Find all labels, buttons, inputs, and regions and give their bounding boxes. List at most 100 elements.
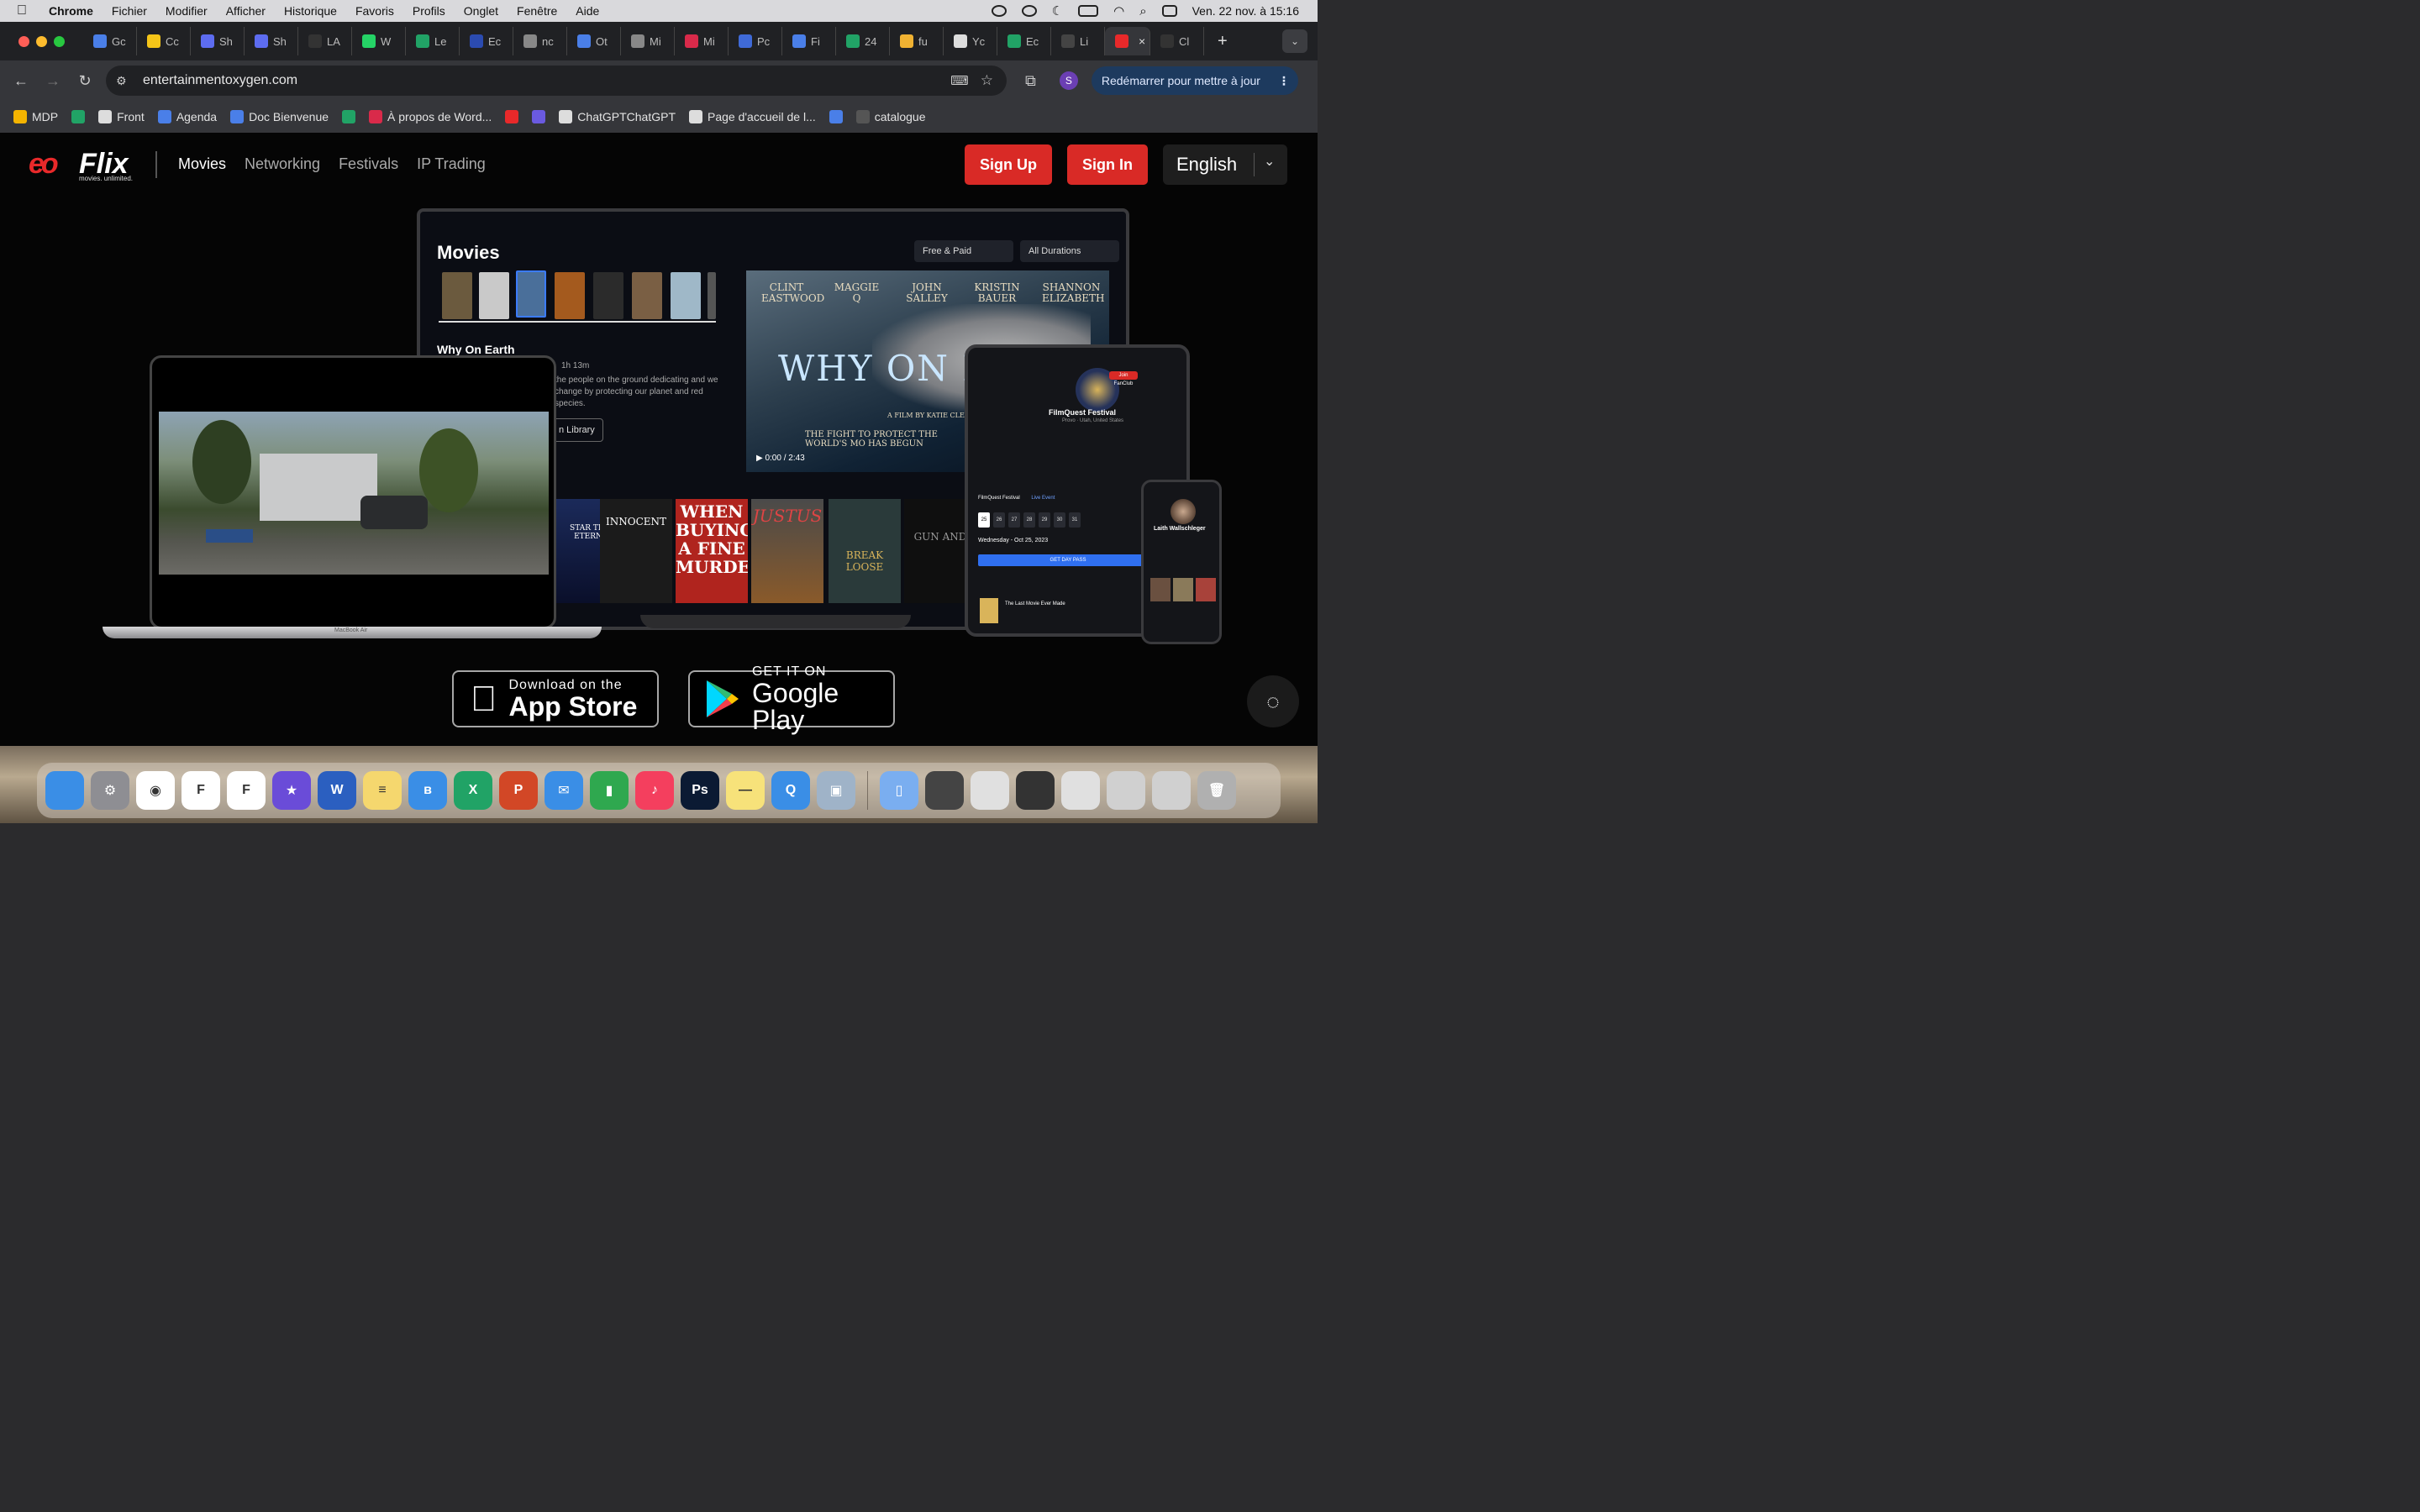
bookmark-star-icon[interactable]: ☆: [981, 72, 993, 89]
bookmark-item[interactable]: [829, 110, 843, 123]
bookmark-item[interactable]: MDP: [13, 110, 58, 123]
search-icon[interactable]: ⌕: [1139, 4, 1146, 18]
dock-music-icon[interactable]: ♪: [635, 771, 674, 810]
menu-app-name[interactable]: Chrome: [49, 4, 93, 18]
tab[interactable]: Mi: [621, 27, 675, 55]
bookmark-item[interactable]: Front: [98, 110, 145, 123]
eoflix-logo[interactable]: eo Flix movies. unlimited.: [29, 148, 146, 182]
dock-numbers-icon[interactable]: ▮: [590, 771, 629, 810]
tab[interactable]: fu: [890, 27, 944, 55]
tab[interactable]: Sh: [191, 27, 245, 55]
dock-window-4-icon[interactable]: [1061, 771, 1100, 810]
dock-window-5-icon[interactable]: [1107, 771, 1145, 810]
sign-in-button[interactable]: Sign In: [1067, 144, 1148, 185]
tab[interactable]: LA: [298, 27, 352, 55]
tab[interactable]: Ot: [567, 27, 621, 55]
tab[interactable]: Li: [1051, 27, 1105, 55]
bookmark-item[interactable]: [505, 110, 519, 123]
app-store-button[interactable]:  Download on the App Store: [452, 670, 659, 727]
apple-menu-icon[interactable]: : [17, 3, 34, 18]
site-info-icon[interactable]: ⚙: [116, 74, 134, 88]
menu-historique[interactable]: Historique: [284, 4, 337, 18]
menu-fichier[interactable]: Fichier: [112, 4, 147, 18]
dock-notes-app-icon[interactable]: —: [726, 771, 765, 810]
tab-active[interactable]: ×: [1105, 27, 1150, 55]
dock-trash-icon[interactable]: 🗑: [1197, 771, 1236, 810]
menu-favoris[interactable]: Favoris: [355, 4, 394, 18]
dock-notes-icon[interactable]: ≡: [363, 771, 402, 810]
nav-networking[interactable]: Networking: [245, 155, 320, 173]
bookmark-item[interactable]: [71, 110, 86, 123]
chat-support-button[interactable]: ◌: [1247, 675, 1299, 727]
maximize-window-button[interactable]: [54, 35, 65, 47]
tab[interactable]: Cl: [1150, 27, 1204, 55]
menu-profils[interactable]: Profils: [413, 4, 445, 18]
wifi-icon[interactable]: ◠: [1113, 3, 1124, 18]
bookmark-item[interactable]: À propos de Word...: [369, 110, 492, 123]
nav-movies[interactable]: Movies: [178, 155, 226, 173]
moon-icon[interactable]: ☾: [1052, 3, 1063, 18]
close-tab-icon[interactable]: ×: [1139, 34, 1145, 48]
creative-cloud-icon[interactable]: [991, 5, 1007, 17]
address-bar[interactable]: ⚙ entertainmentoxygen.com ⌨ ☆: [106, 66, 1007, 96]
reload-icon[interactable]: ↻: [69, 72, 101, 90]
menu-aide[interactable]: Aide: [576, 4, 599, 18]
bookmark-item[interactable]: catalogue: [855, 110, 925, 123]
dock-powerpoint-icon[interactable]: P: [499, 771, 538, 810]
dock-mail-icon[interactable]: ✉: [544, 771, 583, 810]
tab[interactable]: Le: [406, 27, 460, 55]
nav-festivals[interactable]: Festivals: [339, 155, 398, 173]
tab[interactable]: Pc: [729, 27, 782, 55]
tab[interactable]: Ec: [997, 27, 1051, 55]
dock-chrome-icon[interactable]: ◉: [136, 771, 175, 810]
bookmark-item[interactable]: Doc Bienvenue: [230, 110, 329, 123]
menu-onglet[interactable]: Onglet: [464, 4, 498, 18]
dock-quicktime-icon[interactable]: Q: [771, 771, 810, 810]
extensions-puzzle-icon[interactable]: ⧉: [1025, 72, 1036, 90]
back-arrow-icon[interactable]: ←: [5, 72, 37, 90]
dock-window-1-icon[interactable]: [925, 771, 964, 810]
translate-icon[interactable]: ⌨: [950, 73, 969, 88]
dock-imovie-icon[interactable]: ★: [272, 771, 311, 810]
menu-fenetre[interactable]: Fenêtre: [517, 4, 557, 18]
google-play-button[interactable]: GET IT ON Google Play: [688, 664, 895, 733]
menu-afficher[interactable]: Afficher: [226, 4, 266, 18]
tab[interactable]: Cc: [137, 27, 191, 55]
tab[interactable]: Fi: [782, 27, 836, 55]
new-tab-button[interactable]: +: [1218, 32, 1228, 51]
dock-excel-icon[interactable]: X: [454, 771, 492, 810]
tab[interactable]: Gc: [83, 27, 137, 55]
tab[interactable]: Sh: [245, 27, 298, 55]
profile-avatar[interactable]: S: [1059, 71, 1078, 90]
dock-system-settings-icon[interactable]: ⚙: [91, 771, 129, 810]
chrome-menu-icon[interactable]: ⋮: [1278, 74, 1290, 88]
tab[interactable]: W: [352, 27, 406, 55]
dock-bluetooth-icon[interactable]: ʙ: [408, 771, 447, 810]
dock-window-6-icon[interactable]: [1152, 771, 1191, 810]
dock-downloads-folder-icon[interactable]: ▯: [880, 771, 918, 810]
minimize-window-button[interactable]: [36, 35, 47, 47]
close-window-button[interactable]: [18, 35, 29, 47]
bookmark-item[interactable]: [342, 110, 356, 123]
tab[interactable]: nc: [513, 27, 567, 55]
menu-modifier[interactable]: Modifier: [166, 4, 208, 18]
restart-to-update-button[interactable]: Redémarrer pour mettre à jour ⋮: [1091, 66, 1298, 95]
address-url[interactable]: entertainmentoxygen.com: [143, 73, 297, 88]
tab[interactable]: Ec: [460, 27, 513, 55]
bookmark-item[interactable]: Page d'accueil de l...: [689, 110, 816, 123]
dock-preview-icon[interactable]: ▣: [817, 771, 855, 810]
sign-up-button[interactable]: Sign Up: [965, 144, 1052, 185]
dock-photoshop-icon[interactable]: Ps: [681, 771, 719, 810]
language-select[interactable]: English ⌄: [1163, 144, 1287, 185]
battery-icon[interactable]: [1078, 5, 1099, 17]
tab[interactable]: Yc: [944, 27, 997, 55]
tab[interactable]: Mi: [675, 27, 729, 55]
bookmark-item[interactable]: [532, 110, 546, 123]
dock-word-icon[interactable]: W: [318, 771, 356, 810]
dock-window-3-icon[interactable]: [1016, 771, 1055, 810]
control-center-icon[interactable]: [1161, 5, 1177, 17]
nav-ip-trading[interactable]: IP Trading: [417, 155, 486, 173]
bookmark-item[interactable]: Agenda: [157, 110, 217, 123]
tab-search-chevron-icon[interactable]: ⌄: [1282, 29, 1307, 53]
forward-arrow-icon[interactable]: →: [37, 72, 69, 90]
